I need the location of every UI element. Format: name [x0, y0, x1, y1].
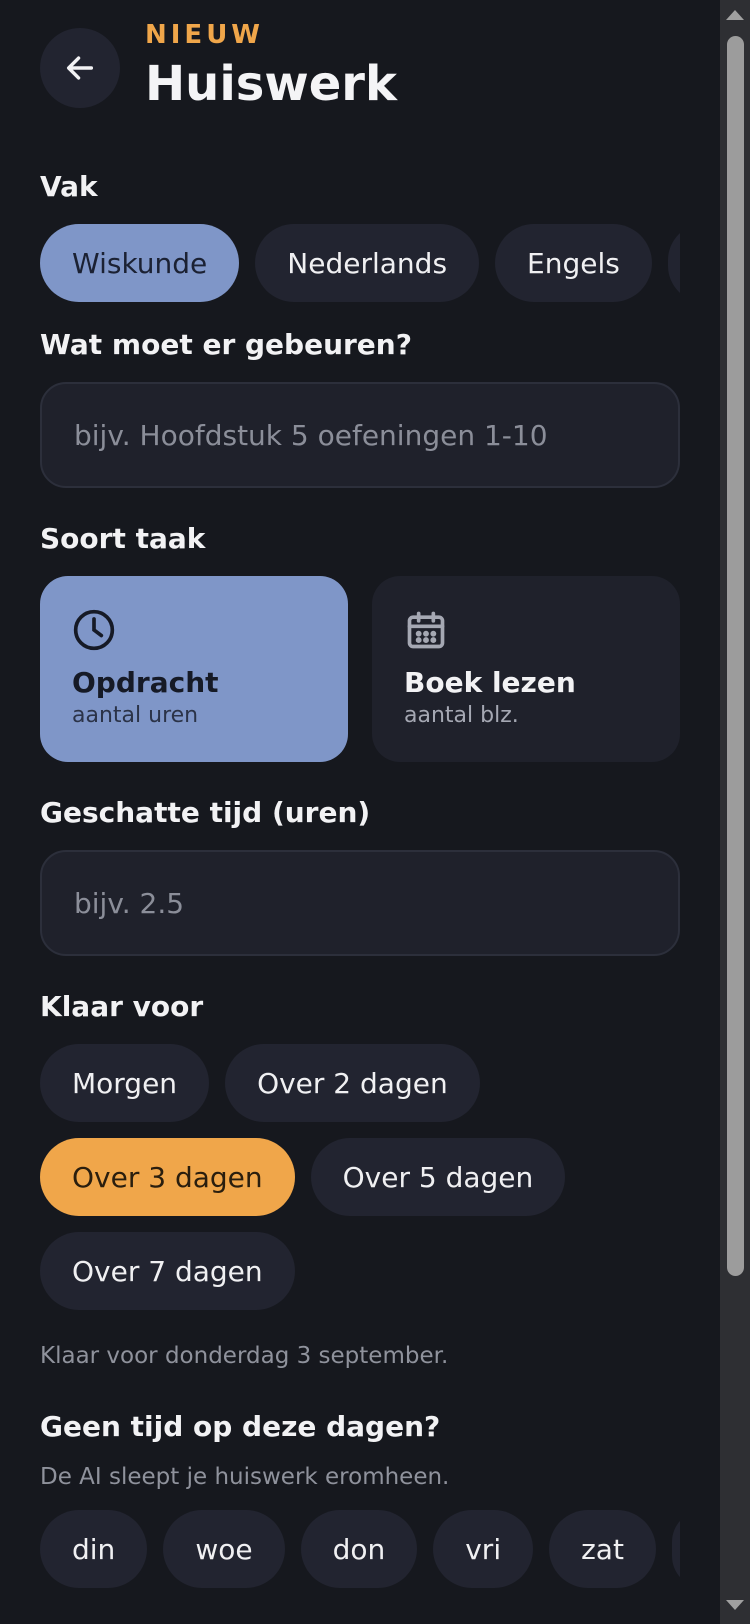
task-input[interactable] [74, 418, 678, 452]
page-eyebrow: NIEUW [145, 20, 264, 50]
estimate-input-box [40, 850, 680, 956]
subject-label: Vak [40, 170, 98, 203]
estimate-label: Geschatte tijd (uren) [40, 796, 371, 829]
task-type-assignment-card[interactable]: Opdracht aantal uren [40, 576, 348, 762]
due-chip-2-days[interactable]: Over 2 dagen [225, 1044, 480, 1122]
due-label: Klaar voor [40, 990, 204, 1023]
card-subtitle: aantal blz. [404, 703, 519, 728]
task-label: Wat moet er gebeuren? [40, 328, 412, 361]
estimate-input[interactable] [74, 886, 678, 920]
day-chip-vri[interactable]: vri [433, 1510, 534, 1588]
due-summary: Klaar voor donderdag 3 september. [40, 1343, 449, 1369]
task-input-box [40, 382, 680, 488]
clock-icon [73, 609, 115, 651]
blocked-days-label: Geen tijd op deze dagen? [40, 1410, 441, 1443]
scroll-up-icon[interactable] [726, 10, 744, 20]
blocked-days-chips: din woe don vri zat [40, 1510, 680, 1588]
back-button[interactable] [40, 28, 120, 108]
subject-chip-engels[interactable]: Engels [495, 224, 652, 302]
day-chip-zon[interactable] [671, 1510, 680, 1588]
due-chips-row-2: Over 3 dagen Over 5 dagen [40, 1138, 680, 1216]
card-title: Boek lezen [404, 666, 576, 699]
day-chip-zat[interactable]: zat [549, 1510, 656, 1588]
subject-chips: Wiskunde Nederlands Engels I [40, 224, 680, 302]
card-subtitle: aantal uren [72, 703, 199, 728]
arrow-left-icon [66, 56, 94, 80]
subject-chip-more[interactable]: I [667, 224, 680, 302]
page-title: Huiswerk [145, 56, 397, 112]
day-chip-woe[interactable]: woe [163, 1510, 285, 1588]
day-chip-don[interactable]: don [300, 1510, 418, 1588]
due-chips-row-3: Over 7 dagen [40, 1232, 680, 1310]
due-chip-3-days[interactable]: Over 3 dagen [40, 1138, 295, 1216]
subject-chip-nederlands[interactable]: Nederlands [255, 224, 480, 302]
task-type-reading-card[interactable]: Boek lezen aantal blz. [372, 576, 680, 762]
due-chips-row-1: Morgen Over 2 dagen [40, 1044, 680, 1122]
task-type-label: Soort taak [40, 522, 206, 555]
due-chip-5-days[interactable]: Over 5 dagen [310, 1138, 566, 1216]
scroll-down-icon[interactable] [726, 1600, 744, 1610]
due-chip-7-days[interactable]: Over 7 dagen [40, 1232, 295, 1310]
new-homework-screen: NIEUW Huiswerk Vak Wiskunde Nederlands E… [0, 0, 720, 1624]
day-chip-din[interactable]: din [40, 1510, 148, 1588]
blocked-days-hint: De AI sleept je huiswerk eromheen. [40, 1464, 450, 1490]
card-title: Opdracht [72, 666, 219, 699]
due-chip-tomorrow[interactable]: Morgen [40, 1044, 210, 1122]
scrollbar-thumb[interactable] [727, 36, 744, 1276]
subject-chip-wiskunde[interactable]: Wiskunde [40, 224, 240, 302]
calendar-icon [407, 611, 445, 649]
